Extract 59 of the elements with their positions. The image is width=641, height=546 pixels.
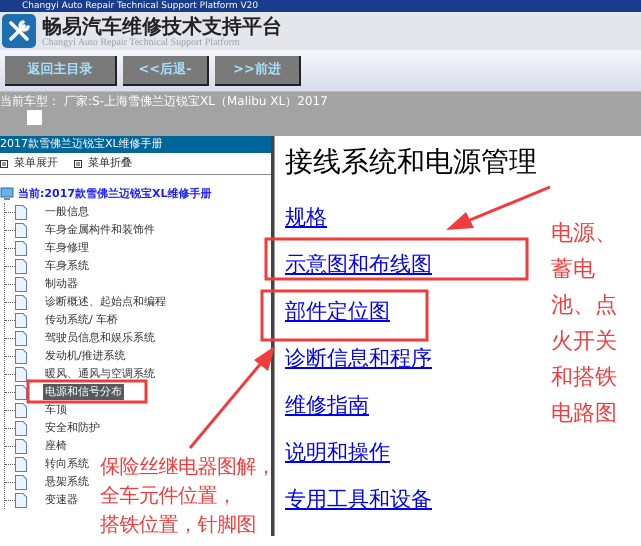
section-link[interactable]: 诊断信息和程序: [285, 346, 432, 370]
window-title: Changyi Auto Repair Technical Support Platform V20: [22, 1, 258, 11]
list-icon: [74, 160, 82, 168]
tree-item[interactable]: 暖风、通风与空调系统: [43, 366, 157, 382]
section-link[interactable]: 示意图和布线图: [285, 252, 432, 276]
blank-square: [27, 110, 42, 125]
vehicle-model: 厂家:S-上海雪佛兰迈锐宝XL（Malibu XL）2017: [64, 93, 328, 110]
section-link[interactable]: 规格: [285, 205, 327, 229]
menu-toggle-link[interactable]: 菜单折叠: [74, 155, 132, 172]
tree-item[interactable]: 驾驶员信息和娱乐系统: [43, 330, 157, 346]
annotation-note: 电源、蓄电池、点火开关和搭铁电路图: [551, 220, 618, 428]
computer-icon: [0, 187, 14, 201]
page-icon: [15, 222, 27, 238]
page-icon: [15, 420, 27, 436]
section-link[interactable]: 说明和操作: [285, 440, 390, 464]
menu-toggle-link[interactable]: 菜单展开: [0, 155, 58, 172]
tree-item[interactable]: 车身系统: [43, 258, 91, 274]
tree-item[interactable]: 转向系统: [43, 456, 91, 472]
page-icon: [15, 312, 27, 328]
page-icon: [15, 204, 27, 220]
page-icon: [15, 240, 27, 256]
page-icon: [15, 348, 27, 364]
annotation-note-line: 全车元件位置，: [100, 482, 236, 509]
tree-item[interactable]: 安全和防护: [43, 420, 102, 436]
section-link[interactable]: 维修指南: [285, 393, 369, 417]
app-subtitle: Changyi Auto Repair Technical Support Platform: [42, 36, 240, 48]
page-icon: [15, 258, 27, 274]
tree-item[interactable]: 制动器: [43, 276, 80, 292]
page-icon: [15, 276, 27, 292]
page-icon: [15, 402, 27, 418]
page-icon: [15, 294, 27, 310]
page-icon: [15, 366, 27, 382]
app-title: 畅易汽车维修技术支持平台: [42, 14, 282, 36]
page-icon: [15, 330, 27, 346]
tree-item[interactable]: 座椅: [43, 438, 69, 454]
page-icon: [15, 384, 27, 400]
tree-item[interactable]: 发动机/推进系统: [43, 348, 128, 364]
tree-item[interactable]: 车身修理: [43, 240, 91, 256]
vehicle-label: 当前车型：: [0, 93, 60, 110]
tree-item[interactable]: 变速器: [43, 492, 80, 508]
tree-item[interactable]: 悬架系统: [43, 474, 91, 490]
section-heading: 接线系统和电源管理: [285, 144, 538, 180]
page-icon: [15, 456, 27, 472]
section-link[interactable]: 部件定位图: [285, 299, 390, 323]
tree-root-label[interactable]: 当前:2017款雪佛兰迈锐宝XL维修手册: [18, 186, 212, 202]
tree-item[interactable]: 电源和信号分布: [43, 384, 124, 400]
page-icon: [15, 474, 27, 490]
page-icon: [15, 438, 27, 454]
tree-item[interactable]: 一般信息: [43, 204, 91, 220]
tree-item[interactable]: 诊断概述、起始点和编程: [43, 294, 168, 310]
tree-item[interactable]: 车身金属构件和装饰件: [43, 222, 157, 238]
page-icon: [15, 492, 27, 508]
tree-item[interactable]: 传动系统/ 车桥: [43, 312, 120, 328]
tree-item[interactable]: 车顶: [43, 402, 69, 418]
section-link[interactable]: 专用工具和设备: [285, 487, 432, 511]
panel-title: 2017款雪佛兰迈锐宝XL维修手册: [0, 136, 163, 152]
tools-logo-icon: [2, 14, 36, 48]
annotation-note-line: 搭铁位置，针脚图: [100, 511, 256, 538]
annotation-note-line: 保险丝继电器图解，: [100, 453, 276, 480]
